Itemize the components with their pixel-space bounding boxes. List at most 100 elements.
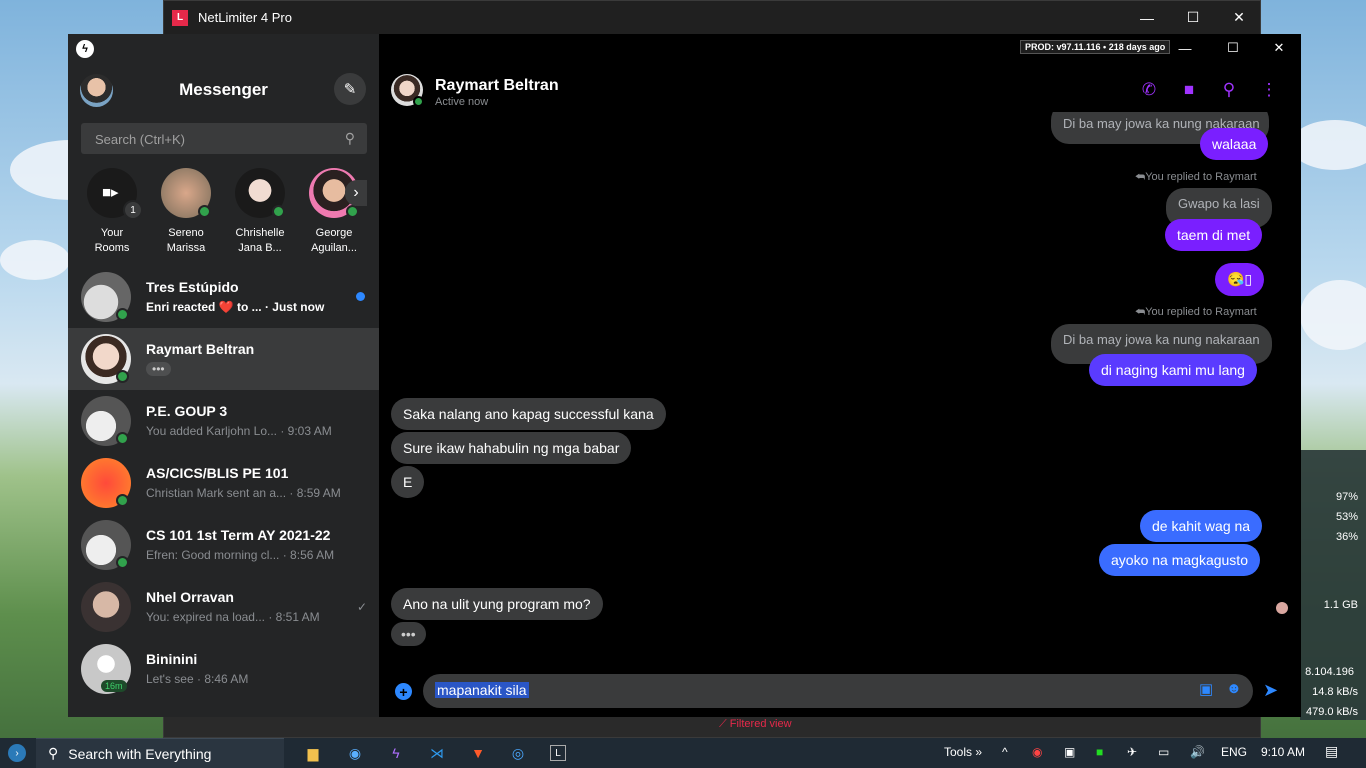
sent-message[interactable]: walaaa [1200, 128, 1269, 160]
edit-icon: ✎ [343, 81, 357, 98]
reply-label: ⮪You replied to Raymart [1135, 306, 1257, 318]
stat-value: 479.0 kB/s [1306, 706, 1358, 718]
tools-toolbar[interactable]: Tools » [944, 745, 982, 759]
conversation-name: Tres Estúpido [146, 279, 239, 295]
version-badge: PROD: v97.11.116 • 218 days ago [1020, 40, 1171, 54]
more-options-icon[interactable]: ⋮ [1257, 80, 1281, 100]
stat-value: 8.104.196 [1305, 666, 1354, 678]
rooms-badge: 1 [123, 200, 143, 220]
stat-value: 36% [1335, 531, 1358, 543]
sent-message[interactable]: di naging kami mu lang [1089, 354, 1257, 386]
brave-icon[interactable]: ▼ [468, 743, 488, 763]
sticker-icon[interactable]: ▣ [1199, 680, 1213, 698]
cloud [1300, 280, 1366, 350]
chevron-up-icon[interactable]: ^ [1002, 745, 1008, 759]
page-title: Messenger [179, 80, 268, 99]
conversation-snippet: You added Karljohn Lo... · 9:03 AM [146, 424, 332, 438]
clock[interactable]: 9:10 AM [1261, 745, 1305, 759]
sent-message[interactable]: 😪▯ [1215, 263, 1265, 296]
rooms-item-your-rooms[interactable]: ■▸ 1 Your Rooms [82, 168, 143, 256]
emoji-icon[interactable]: ☻ [1226, 680, 1242, 697]
green-tray-icon[interactable]: ■ [1096, 745, 1103, 759]
sent-message[interactable]: de kahit wag na [1140, 510, 1263, 542]
received-message[interactable]: Saka nalang ano kapag successful kana [391, 398, 666, 430]
maximize-icon[interactable]: ☐ [1170, 1, 1216, 34]
taskbar-search[interactable]: ⚲ Search with Everything [36, 738, 284, 768]
search-icon: ⚲ [48, 745, 59, 761]
video-call-icon[interactable]: ■ [1177, 80, 1201, 100]
teamviewer-icon[interactable]: ◎ [508, 743, 528, 763]
conversation-snippet: Efren: Good morning cl... · 8:56 AM [146, 548, 335, 562]
conversation-snippet: Enri reacted ❤️ to ... · Just now [146, 300, 325, 314]
compose-button[interactable]: ✎ [334, 73, 366, 105]
avatar [161, 168, 211, 218]
cloud [0, 240, 70, 280]
send-icon[interactable]: ➤ [1263, 680, 1278, 701]
messenger-logo-icon: ϟ [76, 40, 94, 58]
conversation-snippet: You: expired na load... · 8:51 AM [146, 610, 320, 624]
netlimiter-taskbar-icon[interactable]: L [550, 745, 566, 761]
conversation-name: CS 101 1st Term AY 2021-22 [146, 527, 331, 543]
battery-icon[interactable]: ▭ [1158, 745, 1169, 759]
start-icon[interactable]: › [8, 744, 26, 762]
avatar [235, 168, 285, 218]
conversation-snippet: Let's see · 8:46 AM [146, 672, 249, 686]
messenger-taskbar-icon[interactable]: ϟ [386, 743, 406, 763]
conversation-name: Bininini [146, 651, 198, 667]
maximize-icon[interactable]: ☐ [1211, 34, 1255, 62]
minimize-icon[interactable]: — [1124, 1, 1170, 34]
received-message[interactable]: Ano na ulit yung program mo? [391, 588, 603, 620]
phone-icon[interactable]: ✆ [1137, 80, 1161, 100]
cloud [1290, 120, 1366, 170]
language-indicator[interactable]: ENG [1221, 745, 1247, 759]
room-label: Your Rooms [94, 227, 130, 254]
delivered-check-icon: ✓ [356, 600, 367, 614]
conversation-item[interactable]: P.E. GOUP 3 You added Karljohn Lo... · 9… [68, 390, 379, 452]
typing-indicator: ••• [391, 622, 426, 646]
room-label: George Aguilan... [311, 227, 357, 254]
sent-message[interactable]: taem di met [1165, 219, 1263, 251]
close-icon[interactable]: ✕ [1216, 1, 1262, 34]
conversation-item[interactable]: Nhel Orravan You: expired na load... · 8… [68, 576, 379, 638]
avatar [81, 582, 131, 632]
notifications-icon[interactable]: ▤ [1325, 743, 1338, 760]
typing-indicator: ••• [146, 362, 171, 376]
search-icon[interactable]: ⚲ [1217, 80, 1241, 100]
close-icon[interactable]: ✕ [1257, 34, 1301, 62]
conversation-item[interactable]: 16m Bininini Let's see · 8:46 AM [68, 638, 379, 700]
netlimiter-titlebar[interactable]: L NetLimiter 4 Pro [164, 1, 1260, 34]
filtered-view-link[interactable]: ⟋ Filtered view [719, 718, 792, 731]
received-message[interactable]: Sure ikaw hahabulin ng mga babar [391, 432, 632, 464]
chrome-tray-icon[interactable]: ◉ [1032, 745, 1042, 759]
vscode-icon[interactable]: ⋊ [427, 743, 447, 763]
conversation-item[interactable]: Raymart Beltran ••• [68, 328, 379, 390]
conversation-name: Raymart Beltran [146, 341, 255, 357]
rooms-item-sereno[interactable]: Sereno Marissa [156, 168, 216, 256]
unread-dot-icon [356, 292, 365, 301]
volume-icon[interactable]: 🔊 [1190, 745, 1205, 759]
conversation-name: P.E. GOUP 3 [146, 403, 228, 419]
chevron-right-icon[interactable]: › [345, 180, 367, 206]
stat-value: 14.8 kB/s [1312, 686, 1358, 698]
conversation-name: AS/CICS/BLIS PE 101 [146, 465, 289, 481]
room-label: Sereno Marissa [166, 227, 206, 254]
app-icon[interactable]: ◉ [345, 743, 365, 763]
contact-status: Active now [435, 96, 489, 108]
stat-value: 53% [1335, 511, 1358, 523]
more-actions-plus-icon[interactable]: + [395, 683, 412, 700]
message-input[interactable]: mapanakit sila ▣ ☻ [423, 674, 1253, 708]
contact-name[interactable]: Raymart Beltran [435, 77, 559, 95]
file-explorer-icon[interactable]: ▆ [303, 743, 323, 763]
airplane-icon[interactable]: ✈ [1127, 745, 1137, 759]
conversation-item[interactable]: CS 101 1st Term AY 2021-22 Efren: Good m… [68, 514, 379, 576]
netlimiter-statusbar: ⟋ Filtered view [164, 715, 1260, 737]
minimize-icon[interactable]: — [1163, 34, 1207, 62]
sent-message[interactable]: ayoko na magkagusto [1099, 544, 1260, 576]
search-input[interactable]: Search (Ctrl+K) ⚲ [81, 123, 367, 154]
rooms-item-chrishelle[interactable]: Chrishelle Jana B... [230, 168, 290, 256]
taskbar-search-label: Search with Everything [68, 745, 212, 762]
conversation-item[interactable]: Tres Estúpido Enri reacted ❤️ to ... · J… [68, 266, 379, 328]
conversation-item[interactable]: AS/CICS/BLIS PE 101 Christian Mark sent … [68, 452, 379, 514]
netlimiter-tray-icon[interactable]: ▣ [1064, 745, 1075, 759]
received-message[interactable]: E [391, 466, 425, 498]
